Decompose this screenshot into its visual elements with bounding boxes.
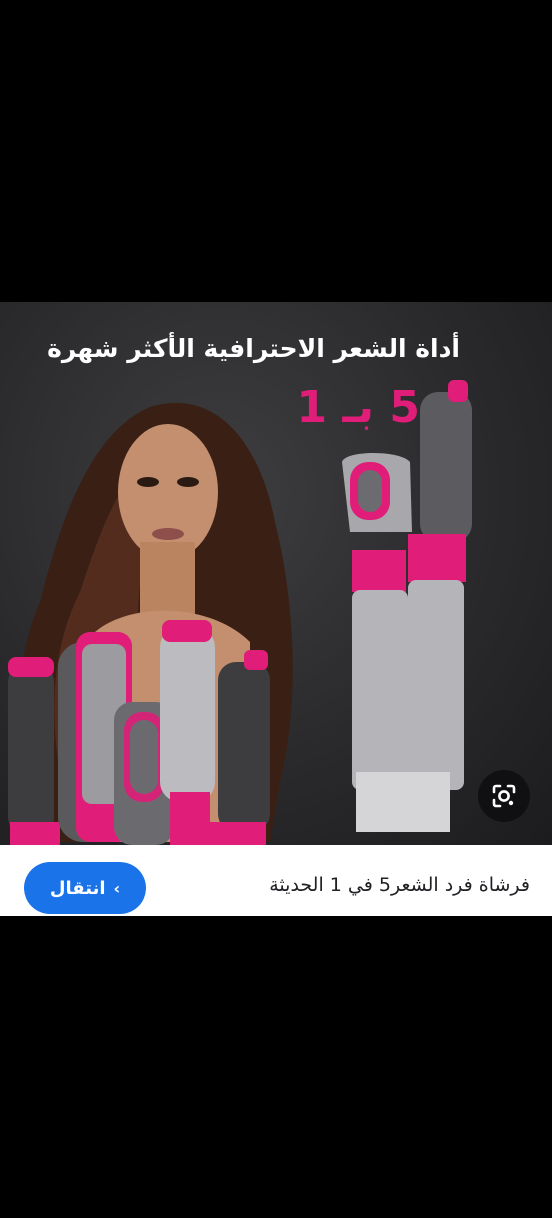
- google-lens-icon: [492, 784, 516, 808]
- google-lens-button[interactable]: [478, 770, 530, 822]
- visit-label: انتقال: [49, 877, 106, 899]
- result-title[interactable]: فرشاة فرد الشعر5 في 1 الحديثة: [269, 874, 530, 896]
- visit-button[interactable]: انتقال ‹: [24, 862, 146, 914]
- image-subhead: 5 بـ 1: [296, 382, 420, 433]
- image-headline: أداة الشعر الاحترافية الأكثر شهرة: [47, 334, 460, 363]
- product-image[interactable]: [0, 302, 552, 845]
- image-viewer: أداة الشعر الاحترافية الأكثر شهرة 5 بـ 1…: [0, 0, 552, 1218]
- chevron-left-icon: ‹: [113, 878, 121, 898]
- product-illustration: [8, 380, 472, 845]
